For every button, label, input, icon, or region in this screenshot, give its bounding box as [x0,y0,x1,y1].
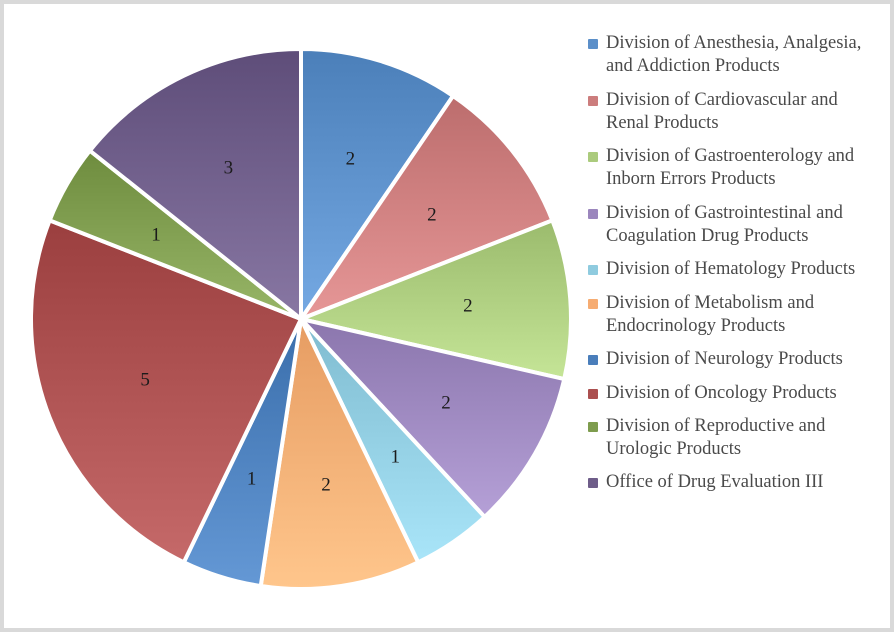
legend-swatch-icon [588,39,598,49]
legend-item-label: Division of Anesthesia, Analgesia, and A… [606,33,862,77]
legend-swatch-icon [588,355,598,366]
pie-slice-group [29,47,573,591]
legend-item[interactable]: Division of Hematology Products [588,258,888,281]
legend-swatch-icon [588,298,598,309]
chart-frame: 2 2 2 2 1 2 1 5 1 3 Division of Anesthesia, Analg… [0,0,894,632]
legend-item-label: Division of Gastrointestinal and Coagula… [606,202,843,247]
legend-item-label: Division of Neurology Products [606,349,843,370]
pie-slice-value-label: 2 [441,392,451,414]
pie-slice-value-label: 1 [390,446,401,468]
legend-swatch-icon [588,388,598,399]
legend-item[interactable]: Division of Cardiovascular and Renal Pro… [588,89,888,136]
legend-swatch-icon [588,208,598,219]
chart-legend: Division of Anesthesia, Analgesia, and A… [588,32,888,505]
legend-item-label: Division of Cardiovascular and Renal Pro… [606,89,838,133]
pie-slice-value-label: 2 [321,474,331,496]
legend-item-label: Division of Oncology Products [606,382,837,403]
pie-slice-value-label: 2 [463,295,473,317]
legend-item[interactable]: Office of Drug Evaluation III [588,471,888,494]
legend-item[interactable]: Division of Reproductive and Urologic Pr… [588,415,888,462]
legend-item-label: Division of Gastroenterology and Inborn … [606,146,855,190]
pie-slice-value-label: 5 [140,369,150,391]
pie-slice-value-label: 2 [427,204,437,226]
pie-slice-value-label: 1 [246,468,257,490]
legend-item-label: Division of Hematology Products [606,259,856,280]
legend-swatch-icon [588,478,598,489]
legend-item-label: Division of Metabolism and Endocrinology… [606,292,815,336]
pie-slice-value-label: 1 [151,224,161,246]
pie-slice-value-label: 2 [345,148,356,170]
legend-swatch-icon [588,152,598,163]
legend-item[interactable]: Division of Anesthesia, Analgesia, and A… [588,32,888,79]
legend-item-label: Division of Reproductive and Urologic Pr… [606,415,826,460]
legend-swatch-icon [588,95,598,106]
legend-swatch-icon [588,421,598,432]
legend-item[interactable]: Division of Neurology Products [588,348,888,371]
pie-chart-svg [29,47,573,591]
legend-item[interactable]: Division of Oncology Products [588,382,888,405]
legend-item[interactable]: Division of Gastroenterology and Inborn … [588,145,888,192]
legend-item[interactable]: Division of Gastrointestinal and Coagula… [588,202,888,249]
legend-item-label: Office of Drug Evaluation III [606,472,824,493]
pie-chart-plot-area: 2 2 2 2 1 2 1 5 1 3 [4,4,584,628]
legend-swatch-icon [588,265,598,276]
legend-item[interactable]: Division of Metabolism and Endocrinology… [588,292,888,339]
pie-slice-value-label: 3 [223,157,234,179]
